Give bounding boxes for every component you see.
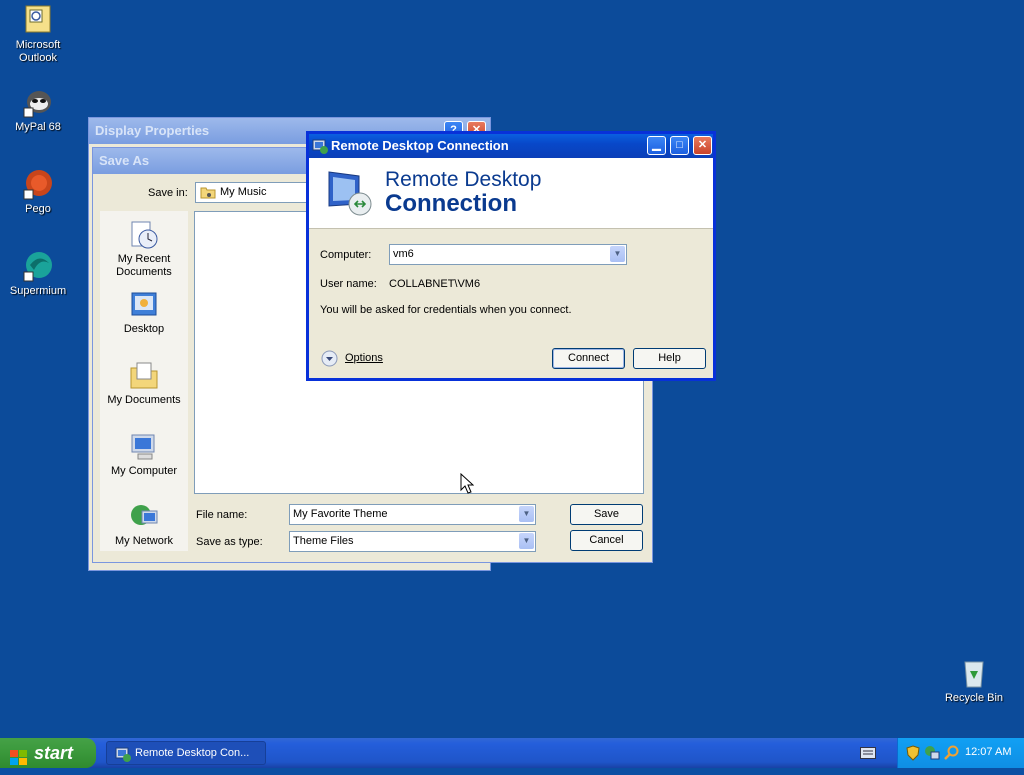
help-button[interactable]: Help bbox=[633, 348, 706, 369]
desktop-icon-pego[interactable]: Pego bbox=[0, 168, 76, 216]
window-title: Display Properties bbox=[95, 123, 210, 138]
desktop-icon-recycle-bin[interactable]: Recycle Bin bbox=[936, 657, 1012, 705]
my-documents-icon bbox=[128, 360, 160, 392]
file-name-input[interactable]: My Favorite Theme ▼ bbox=[289, 504, 536, 525]
windows-logo-icon bbox=[10, 745, 28, 775]
credentials-note: You will be asked for credentials when y… bbox=[320, 304, 572, 316]
place-recent-documents[interactable]: My Recent Documents bbox=[100, 219, 188, 279]
computer-label: Computer: bbox=[320, 249, 372, 261]
desktop-icon-supermium[interactable]: Supermium bbox=[0, 250, 76, 298]
maximize-icon[interactable]: □ bbox=[670, 136, 689, 155]
desktop: Microsoft Outlook MyPal 68 Pego Supermiu… bbox=[0, 0, 1024, 738]
search-icon[interactable] bbox=[944, 745, 960, 764]
desktop-folder-icon bbox=[128, 289, 160, 321]
mypal-icon bbox=[22, 86, 54, 118]
desktop-icon-label: Pego bbox=[25, 203, 51, 215]
rdc-banner-title-line1: Remote Desktop bbox=[385, 168, 542, 191]
save-type-dropdown[interactable]: Theme Files ▼ bbox=[289, 531, 536, 552]
close-icon[interactable]: ✕ bbox=[693, 136, 712, 155]
rdc-banner-title-line2: Connection bbox=[385, 190, 517, 217]
place-my-documents[interactable]: My Documents bbox=[100, 360, 188, 407]
place-label: My Documents bbox=[107, 394, 181, 406]
place-my-computer[interactable]: My Computer bbox=[100, 431, 188, 478]
clock: 12:07 AM bbox=[965, 746, 1012, 758]
places-bar: My Recent Documents Desktop My Documents… bbox=[100, 211, 188, 551]
file-name-value: My Favorite Theme bbox=[293, 508, 388, 520]
outlook-icon bbox=[22, 4, 54, 36]
place-label: Desktop bbox=[123, 323, 165, 335]
rdc-task-icon bbox=[115, 746, 131, 770]
place-label: My Network bbox=[114, 535, 174, 547]
window-title: Save As bbox=[99, 153, 150, 168]
mouse-cursor-icon bbox=[460, 472, 475, 498]
taskbar-item-remote-desktop[interactable]: Remote Desktop Con... bbox=[106, 741, 266, 765]
rdc-banner: Remote Desktop Connection bbox=[309, 158, 713, 229]
computer-combobox[interactable]: vm6 ▼ bbox=[389, 244, 627, 265]
place-desktop[interactable]: Desktop bbox=[100, 289, 188, 336]
taskbar: start Remote Desktop Con... 12:07 AM bbox=[0, 738, 1024, 768]
recycle-bin-icon bbox=[958, 657, 990, 689]
chevron-down-circle-icon bbox=[321, 350, 338, 370]
my-computer-icon bbox=[128, 431, 160, 463]
save-in-label: Save in: bbox=[148, 187, 188, 199]
supermium-icon bbox=[22, 250, 54, 282]
save-type-value: Theme Files bbox=[293, 535, 354, 547]
computer-value: vm6 bbox=[393, 248, 414, 260]
chevron-down-icon[interactable]: ▼ bbox=[519, 533, 534, 549]
security-shield-icon[interactable] bbox=[906, 745, 920, 764]
save-in-value: My Music bbox=[220, 186, 267, 198]
place-label: My Recent Documents bbox=[116, 253, 172, 278]
user-name-label: User name: bbox=[320, 278, 377, 290]
keyboard-icon[interactable] bbox=[860, 747, 876, 762]
rdc-logo-icon bbox=[325, 166, 375, 219]
recent-documents-icon bbox=[128, 219, 160, 251]
connect-button[interactable]: Connect bbox=[552, 348, 625, 369]
file-name-label: File name: bbox=[196, 509, 248, 521]
desktop-icon-label: Recycle Bin bbox=[944, 692, 1004, 704]
task-label: Remote Desktop Con... bbox=[135, 747, 250, 759]
place-my-network[interactable]: My Network bbox=[100, 501, 188, 548]
desktop-icon-label: MyPal 68 bbox=[15, 121, 61, 133]
window-title: Remote Desktop Connection bbox=[331, 138, 509, 153]
cancel-button[interactable]: Cancel bbox=[570, 530, 643, 551]
save-in-dropdown[interactable]: My Music bbox=[195, 182, 320, 203]
save-button[interactable]: Save bbox=[570, 504, 643, 525]
desktop-icon-label: Microsoft Outlook bbox=[15, 39, 61, 64]
desktop-icon-outlook[interactable]: Microsoft Outlook bbox=[0, 4, 76, 65]
desktop-icon-label: Supermium bbox=[9, 285, 67, 297]
place-label: My Computer bbox=[110, 465, 178, 477]
start-button[interactable]: start bbox=[0, 738, 96, 768]
folder-music-icon bbox=[200, 185, 216, 205]
chevron-down-icon[interactable]: ▼ bbox=[610, 246, 625, 262]
desktop-icon-mypal[interactable]: MyPal 68 bbox=[0, 86, 76, 134]
start-label: start bbox=[34, 743, 74, 763]
user-name-value: COLLABNET\VM6 bbox=[389, 278, 481, 290]
chevron-down-icon[interactable]: ▼ bbox=[519, 506, 534, 522]
network-icon[interactable] bbox=[924, 745, 940, 764]
minimize-icon[interactable]: ▁ bbox=[647, 136, 666, 155]
pego-icon bbox=[22, 168, 54, 200]
save-type-label: Save as type: bbox=[196, 536, 263, 548]
system-tray: 12:07 AM bbox=[897, 738, 1024, 768]
options-label: Options bbox=[345, 352, 383, 364]
my-network-icon bbox=[128, 501, 160, 533]
rdc-titlebar[interactable]: Remote Desktop Connection ▁ □ ✕ bbox=[309, 134, 713, 158]
